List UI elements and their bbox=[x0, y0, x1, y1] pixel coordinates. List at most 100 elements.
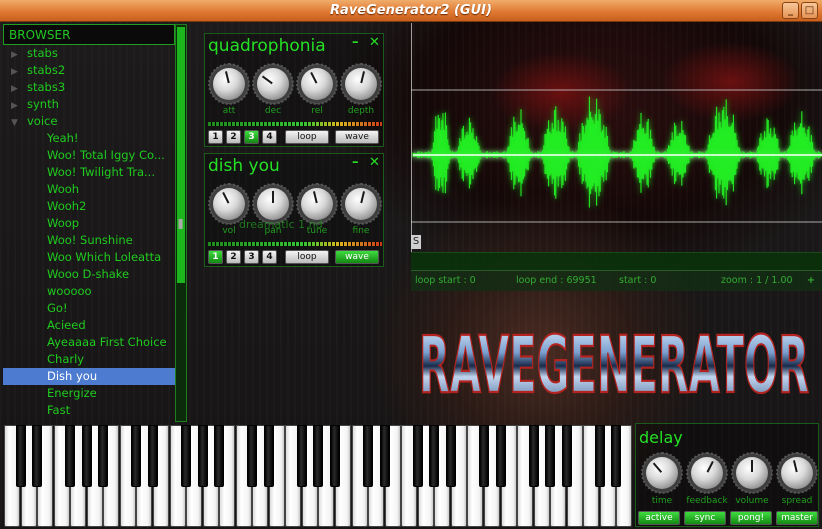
black-key[interactable] bbox=[32, 425, 43, 487]
black-key[interactable] bbox=[363, 425, 374, 487]
black-key[interactable] bbox=[147, 425, 158, 487]
collapsed-triangle-icon[interactable]: ▶ bbox=[11, 81, 27, 96]
sample-item[interactable]: Wooh bbox=[3, 181, 175, 198]
collapsed-triangle-icon[interactable]: ▶ bbox=[11, 47, 27, 62]
browser-scrollbar[interactable]: ▪ ▪ ▪ bbox=[175, 24, 187, 422]
sample-item[interactable]: Woo! Twilight Tra... bbox=[3, 164, 175, 181]
black-key[interactable] bbox=[181, 425, 192, 487]
black-key[interactable] bbox=[98, 425, 109, 487]
collapsed-triangle-icon[interactable]: ▶ bbox=[11, 98, 27, 113]
ravegenerator-logo: RAVEGENERATOR bbox=[418, 320, 810, 412]
black-key[interactable] bbox=[545, 425, 556, 487]
folder-stabs2[interactable]: ▶ stabs2 bbox=[3, 62, 175, 79]
pong-button[interactable]: pong! bbox=[730, 511, 772, 525]
folder-stabs[interactable]: ▶ stabs bbox=[3, 45, 175, 62]
voice-button-3[interactable]: 3 bbox=[244, 130, 259, 144]
rel-knob[interactable] bbox=[296, 63, 338, 105]
expanded-triangle-icon[interactable]: ▼ bbox=[11, 115, 27, 130]
black-key[interactable] bbox=[561, 425, 572, 487]
maximize-button[interactable]: □ bbox=[801, 2, 818, 19]
black-key[interactable] bbox=[528, 425, 539, 487]
sample-item[interactable]: Woo! Sunshine bbox=[3, 232, 175, 249]
wave-button[interactable]: wave bbox=[335, 130, 379, 144]
sample-item[interactable]: wooooo bbox=[3, 283, 175, 300]
piano-keyboard[interactable] bbox=[4, 425, 633, 527]
waveform-scroll-bar[interactable] bbox=[411, 252, 822, 270]
time-knob[interactable] bbox=[641, 452, 683, 494]
collapsed-triangle-icon[interactable]: ▶ bbox=[11, 64, 27, 79]
sample-item[interactable]: Woo! Total Iggy Co... bbox=[3, 147, 175, 164]
voice-button-2[interactable]: 2 bbox=[226, 250, 241, 264]
black-key[interactable] bbox=[412, 425, 423, 487]
black-key[interactable] bbox=[296, 425, 307, 487]
vol-knob[interactable] bbox=[208, 183, 250, 225]
att-knob[interactable] bbox=[208, 63, 250, 105]
sample-item[interactable]: Dish you bbox=[3, 368, 175, 385]
black-key[interactable] bbox=[15, 425, 26, 487]
sample-item[interactable]: Wooh2 bbox=[3, 198, 175, 215]
minimize-icon[interactable]: – bbox=[352, 35, 359, 50]
black-key[interactable] bbox=[594, 425, 605, 487]
active-button[interactable]: active bbox=[638, 511, 680, 525]
sync-button[interactable]: sync bbox=[684, 511, 726, 525]
sample-item[interactable]: Ayeaaaa First Choice bbox=[3, 334, 175, 351]
spread-knob[interactable] bbox=[776, 452, 818, 494]
master-button[interactable]: master bbox=[776, 511, 818, 525]
black-key[interactable] bbox=[611, 425, 622, 487]
feedback-knob[interactable] bbox=[686, 452, 728, 494]
loop-button[interactable]: loop bbox=[285, 130, 329, 144]
black-key[interactable] bbox=[131, 425, 142, 487]
black-key[interactable] bbox=[263, 425, 274, 487]
zoom-in-button[interactable]: + bbox=[807, 275, 815, 286]
tune-knob[interactable] bbox=[296, 183, 338, 225]
black-key[interactable] bbox=[495, 425, 506, 487]
close-icon[interactable]: ✕ bbox=[369, 155, 380, 170]
loop-button[interactable]: loop bbox=[285, 250, 329, 264]
sample-item[interactable]: Woo Which Loleatta bbox=[3, 249, 175, 266]
sample-item[interactable]: Charly bbox=[3, 351, 175, 368]
sample-item[interactable]: Wooo D-shake bbox=[3, 266, 175, 283]
depth-label: depth bbox=[347, 106, 375, 116]
pan-knob[interactable] bbox=[252, 183, 294, 225]
black-key[interactable] bbox=[247, 425, 258, 487]
folder-voice[interactable]: ▼ voice bbox=[3, 113, 175, 130]
close-icon[interactable]: ✕ bbox=[369, 35, 380, 50]
voice-button-4[interactable]: 4 bbox=[262, 130, 277, 144]
black-key[interactable] bbox=[214, 425, 225, 487]
black-key[interactable] bbox=[429, 425, 440, 487]
feedback-label: feedback bbox=[686, 496, 728, 506]
black-key[interactable] bbox=[197, 425, 208, 487]
black-key[interactable] bbox=[81, 425, 92, 487]
black-key[interactable] bbox=[478, 425, 489, 487]
voice-button-1[interactable]: 1 bbox=[208, 130, 223, 144]
voice-button-1[interactable]: 1 bbox=[208, 250, 223, 264]
black-key[interactable] bbox=[313, 425, 324, 487]
black-key[interactable] bbox=[65, 425, 76, 487]
sample-item[interactable]: Woop bbox=[3, 215, 175, 232]
scrollbar-thumb[interactable] bbox=[177, 27, 185, 283]
time-label: time bbox=[651, 496, 673, 506]
voice-button-3[interactable]: 3 bbox=[244, 250, 259, 264]
waveform-view[interactable] bbox=[411, 22, 822, 252]
sample-item[interactable]: Yeah! bbox=[3, 130, 175, 147]
voice-button-2[interactable]: 2 bbox=[226, 130, 241, 144]
start-marker[interactable]: S bbox=[411, 235, 421, 249]
black-key[interactable] bbox=[330, 425, 340, 487]
sample-item[interactable]: Acieed bbox=[3, 317, 175, 334]
sample-item[interactable]: Fast bbox=[3, 402, 175, 419]
wave-button[interactable]: wave bbox=[335, 250, 379, 264]
minimize-button[interactable]: _ bbox=[782, 2, 799, 19]
dec-knob[interactable] bbox=[252, 63, 294, 105]
sample-item[interactable]: Go! bbox=[3, 300, 175, 317]
maximize-icon: □ bbox=[804, 5, 815, 16]
sample-item[interactable]: Energize bbox=[3, 385, 175, 402]
volume-knob[interactable] bbox=[731, 452, 773, 494]
black-key[interactable] bbox=[445, 425, 456, 487]
folder-synth[interactable]: ▶ synth bbox=[3, 96, 175, 113]
black-key[interactable] bbox=[379, 425, 390, 487]
voice-button-4[interactable]: 4 bbox=[262, 250, 277, 264]
folder-stabs3[interactable]: ▶ stabs3 bbox=[3, 79, 175, 96]
depth-knob[interactable] bbox=[340, 63, 382, 105]
minimize-icon[interactable]: – bbox=[352, 155, 359, 170]
fine-knob[interactable] bbox=[340, 183, 382, 225]
